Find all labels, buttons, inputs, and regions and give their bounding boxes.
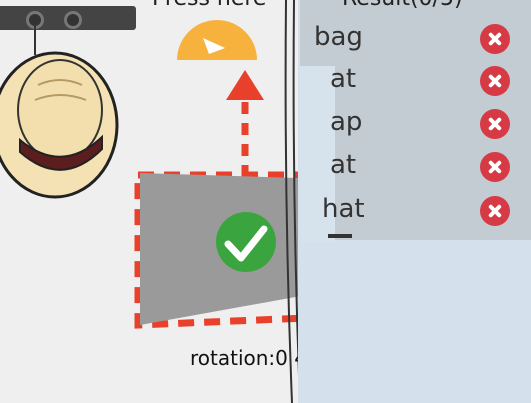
result-item: ap	[314, 103, 524, 143]
result-word: at	[330, 64, 357, 94]
x-circle-icon	[480, 24, 510, 54]
hat-image[interactable]	[0, 25, 130, 200]
result-item: at	[314, 60, 524, 100]
x-circle-icon	[480, 66, 510, 96]
result-title: Result(0/5)	[342, 0, 463, 11]
result-word: hat	[322, 194, 365, 224]
result-item: hat	[314, 190, 524, 230]
result-box-edge	[328, 234, 352, 238]
x-circle-icon	[480, 152, 510, 182]
result-item: bag	[314, 18, 524, 58]
x-circle-icon	[480, 196, 510, 226]
press-here-label: Press here	[152, 0, 266, 11]
press-here-button[interactable]	[175, 18, 259, 60]
result-word: at	[330, 150, 357, 180]
x-circle-icon	[480, 109, 510, 139]
result-word: ap	[330, 107, 363, 137]
check-circle-icon	[216, 212, 276, 272]
result-item: at	[314, 146, 524, 186]
result-word: bag	[314, 22, 363, 52]
